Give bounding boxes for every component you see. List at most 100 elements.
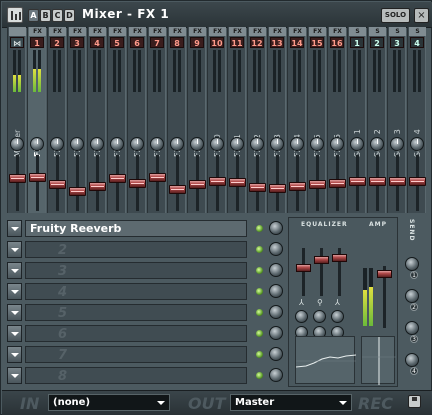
slot-mix-knob[interactable] bbox=[269, 242, 283, 256]
mixer-strip[interactable]: FX12FX 12 bbox=[247, 27, 266, 213]
eq-low-freq-knob[interactable] bbox=[295, 310, 308, 323]
send-2-knob[interactable] bbox=[405, 289, 419, 303]
pan-knob[interactable] bbox=[230, 137, 244, 151]
send-4-knob[interactable] bbox=[405, 353, 419, 367]
volume-fader[interactable] bbox=[49, 180, 66, 189]
mixer-strip[interactable]: FX14FX 14 bbox=[287, 27, 306, 213]
slot-mix-knob[interactable] bbox=[269, 263, 283, 277]
slot-mix-knob[interactable] bbox=[269, 347, 283, 361]
mixer-strip[interactable]: FX2FX 2 bbox=[47, 27, 66, 213]
volume-fader[interactable] bbox=[109, 174, 126, 183]
pan-knob[interactable] bbox=[10, 137, 24, 151]
pan-knob[interactable] bbox=[250, 137, 264, 151]
mixer-strip[interactable]: FX16FX 16 bbox=[327, 27, 346, 213]
volume-fader[interactable] bbox=[69, 187, 86, 196]
pan-knob[interactable] bbox=[310, 137, 324, 151]
pan-knob[interactable] bbox=[130, 137, 144, 151]
mixer-strip[interactable]: FX5FX 5 bbox=[107, 27, 126, 213]
mixer-menu-icon[interactable] bbox=[7, 7, 23, 23]
volume-fader[interactable] bbox=[409, 177, 426, 186]
slot-menu-button[interactable] bbox=[7, 325, 22, 342]
slot-mix-knob[interactable] bbox=[269, 305, 283, 319]
pan-knob[interactable] bbox=[390, 137, 404, 151]
mixer-strip[interactable]: S1Send 1 bbox=[347, 27, 366, 213]
mixer-strip[interactable]: FX13FX 13 bbox=[267, 27, 286, 213]
pan-knob[interactable] bbox=[110, 137, 124, 151]
slot-plugin-field[interactable]: Fruity Reeverb bbox=[25, 220, 247, 237]
volume-fader[interactable] bbox=[229, 178, 246, 187]
pan-knob[interactable] bbox=[210, 137, 224, 151]
slot-menu-button[interactable] bbox=[7, 220, 22, 237]
volume-fader[interactable] bbox=[349, 177, 366, 186]
input-select[interactable]: (none) bbox=[48, 394, 170, 411]
slot-menu-button[interactable] bbox=[7, 346, 22, 363]
slot-menu-button[interactable] bbox=[7, 367, 22, 384]
mixer-strip[interactable]: FX15FX 15 bbox=[307, 27, 326, 213]
slot-enable-led[interactable] bbox=[256, 351, 263, 358]
volume-fader[interactable] bbox=[389, 177, 406, 186]
slot-mix-knob[interactable] bbox=[269, 326, 283, 340]
volume-fader[interactable] bbox=[249, 183, 266, 192]
slot-plugin-field[interactable]: 4 bbox=[25, 283, 247, 300]
eq-mid-freq-knob[interactable] bbox=[313, 310, 326, 323]
slot-menu-button[interactable] bbox=[7, 241, 22, 258]
mixer-strip[interactable]: FX4FX 4 bbox=[87, 27, 106, 213]
slot-plugin-field[interactable]: 7 bbox=[25, 346, 247, 363]
mixer-strip[interactable]: S2Send 2 bbox=[367, 27, 386, 213]
mixer-strip[interactable]: FX1FX 1 bbox=[27, 27, 46, 213]
pan-knob[interactable] bbox=[170, 137, 184, 151]
volume-fader[interactable] bbox=[329, 179, 346, 188]
slot-enable-led[interactable] bbox=[256, 288, 263, 295]
mixer-strip[interactable]: FX10FX 10 bbox=[207, 27, 226, 213]
pan-knob[interactable] bbox=[330, 137, 344, 151]
slot-plugin-field[interactable]: 2 bbox=[25, 241, 247, 258]
amp-volume-fader[interactable] bbox=[377, 270, 392, 278]
slot-enable-led[interactable] bbox=[256, 330, 263, 337]
volume-fader[interactable] bbox=[309, 180, 326, 189]
eq-low-fader[interactable] bbox=[296, 264, 311, 272]
volume-fader[interactable] bbox=[149, 173, 166, 182]
volume-fader[interactable] bbox=[89, 182, 106, 191]
save-disk-icon[interactable] bbox=[408, 395, 421, 408]
slot-mix-knob[interactable] bbox=[269, 221, 283, 235]
volume-fader[interactable] bbox=[169, 185, 186, 194]
volume-fader[interactable] bbox=[209, 177, 226, 186]
send-3-knob[interactable] bbox=[405, 321, 419, 335]
pan-knob[interactable] bbox=[150, 137, 164, 151]
slot-enable-led[interactable] bbox=[256, 225, 263, 232]
pan-knob[interactable] bbox=[370, 137, 384, 151]
slot-plugin-field[interactable]: 6 bbox=[25, 325, 247, 342]
eq-mid-fader[interactable] bbox=[314, 256, 329, 264]
slot-enable-led[interactable] bbox=[256, 309, 263, 316]
selector-c-button[interactable]: C bbox=[52, 9, 63, 22]
pan-knob[interactable] bbox=[350, 137, 364, 151]
volume-fader[interactable] bbox=[269, 184, 286, 193]
mixer-strip[interactable]: S3Send 3 bbox=[387, 27, 406, 213]
mixer-strip[interactable]: FX3FX 3 bbox=[67, 27, 86, 213]
mixer-strip[interactable]: FX8FX 8 bbox=[167, 27, 186, 213]
mixer-strip[interactable]: S4Send 4 bbox=[407, 27, 426, 213]
slot-mix-knob[interactable] bbox=[269, 368, 283, 382]
eq-high-freq-knob[interactable] bbox=[331, 310, 344, 323]
slot-enable-led[interactable] bbox=[256, 372, 263, 379]
slot-menu-button[interactable] bbox=[7, 283, 22, 300]
slot-enable-led[interactable] bbox=[256, 267, 263, 274]
slot-menu-button[interactable] bbox=[7, 304, 22, 321]
mixer-strip[interactable]: FX6FX 6 bbox=[127, 27, 146, 213]
volume-fader[interactable] bbox=[29, 173, 46, 182]
slot-plugin-field[interactable]: 3 bbox=[25, 262, 247, 279]
pan-knob[interactable] bbox=[90, 137, 104, 151]
mixer-strip[interactable]: FX7FX 7 bbox=[147, 27, 166, 213]
pan-knob[interactable] bbox=[70, 137, 84, 151]
eq-high-fader[interactable] bbox=[332, 254, 347, 262]
pan-knob[interactable] bbox=[190, 137, 204, 151]
pan-knob[interactable] bbox=[410, 137, 424, 151]
output-select[interactable]: Master bbox=[230, 394, 352, 411]
slot-enable-led[interactable] bbox=[256, 246, 263, 253]
mixer-strip[interactable]: FX11FX 11 bbox=[227, 27, 246, 213]
pan-knob[interactable] bbox=[30, 137, 44, 151]
selector-b-button[interactable]: B bbox=[40, 9, 51, 22]
volume-fader[interactable] bbox=[289, 182, 306, 191]
volume-fader[interactable] bbox=[9, 174, 26, 183]
mixer-strip[interactable]: FX9FX 9 bbox=[187, 27, 206, 213]
